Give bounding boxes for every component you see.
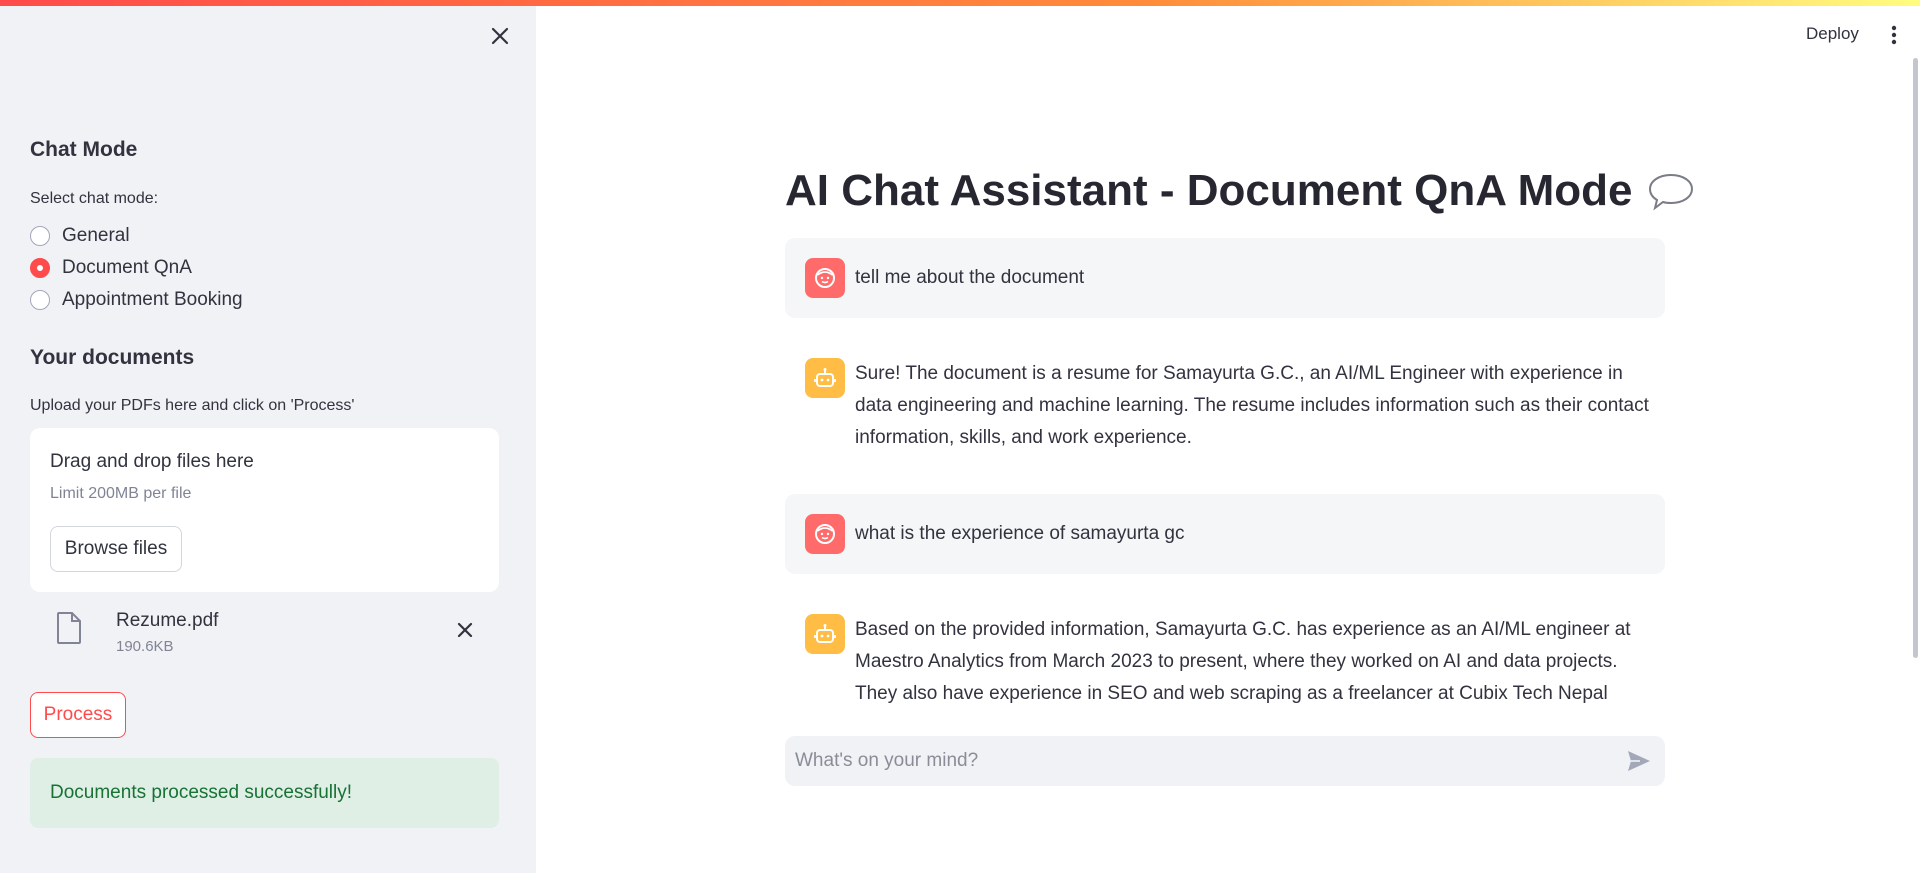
robot-icon (814, 368, 836, 387)
radio-icon[interactable] (30, 290, 50, 310)
chat-message-assistant: Based on the provided information, Samay… (785, 594, 1665, 712)
dropzone-title: Drag and drop files here (50, 451, 254, 472)
upload-hint: Upload your PDFs here and click on 'Proc… (30, 397, 355, 414)
file-dropzone[interactable]: Drag and drop files here Limit 200MB per… (30, 428, 499, 592)
file-size: 190.6KB (116, 638, 174, 655)
radio-label: Document QnA (62, 257, 192, 278)
user-face-icon (815, 268, 835, 288)
more-vert-icon[interactable] (1884, 24, 1904, 46)
chat-input-container (785, 736, 1665, 786)
deploy-button[interactable]: Deploy (1806, 24, 1859, 44)
file-name: Rezume.pdf (116, 610, 219, 631)
uploaded-file-item: Rezume.pdf 190.6KB (30, 604, 499, 664)
dropzone-limit: Limit 200MB per file (50, 485, 192, 502)
radio-appointment-booking[interactable]: Appointment Booking (30, 287, 243, 313)
radio-icon[interactable] (30, 226, 50, 246)
chat-mode-heading: Chat Mode (30, 138, 138, 161)
user-face-icon (815, 524, 835, 544)
your-documents-heading: Your documents (30, 346, 195, 369)
sidebar: Chat Mode Select chat mode: General Docu… (0, 0, 536, 873)
send-icon[interactable] (1627, 750, 1651, 772)
scrollbar[interactable] (1913, 58, 1918, 658)
message-text: Based on the provided information, Samay… (855, 619, 1631, 704)
success-alert: Documents processed successfully! (30, 758, 499, 828)
robot-icon (814, 624, 836, 643)
message-text: Sure! The document is a resume for Samay… (855, 363, 1649, 448)
message-text: what is the experience of samayurta gc (855, 523, 1185, 544)
top-decoration-bar (0, 0, 1920, 6)
success-message: Documents processed successfully! (50, 782, 353, 803)
message-text: tell me about the document (855, 267, 1085, 288)
remove-file-icon[interactable] (455, 620, 475, 640)
select-chat-mode-label: Select chat mode: (30, 190, 159, 207)
browse-files-button[interactable]: Browse files (50, 526, 182, 572)
radio-label: Appointment Booking (62, 289, 243, 310)
assistant-avatar (805, 358, 845, 398)
chat-message-user: what is the experience of samayurta gc (785, 494, 1665, 574)
radio-general[interactable]: General (30, 223, 130, 249)
page-title-text: AI Chat Assistant - Document QnA Mode (785, 166, 1633, 215)
close-icon[interactable] (488, 24, 512, 48)
page-title: AI Chat Assistant - Document QnA Mode (785, 166, 1696, 216)
chat-message-assistant: Sure! The document is a resume for Samay… (785, 338, 1665, 460)
speech-balloon-icon (1649, 173, 1694, 211)
radio-document-qna[interactable]: Document QnA (30, 255, 192, 281)
chat-input[interactable] (795, 736, 1595, 786)
radio-icon[interactable] (30, 258, 50, 278)
user-avatar (805, 514, 845, 554)
user-avatar (805, 258, 845, 298)
process-button[interactable]: Process (30, 692, 126, 738)
chat-message-user: tell me about the document (785, 238, 1665, 318)
file-icon (57, 612, 81, 644)
assistant-avatar (805, 614, 845, 654)
radio-label: General (62, 225, 130, 246)
